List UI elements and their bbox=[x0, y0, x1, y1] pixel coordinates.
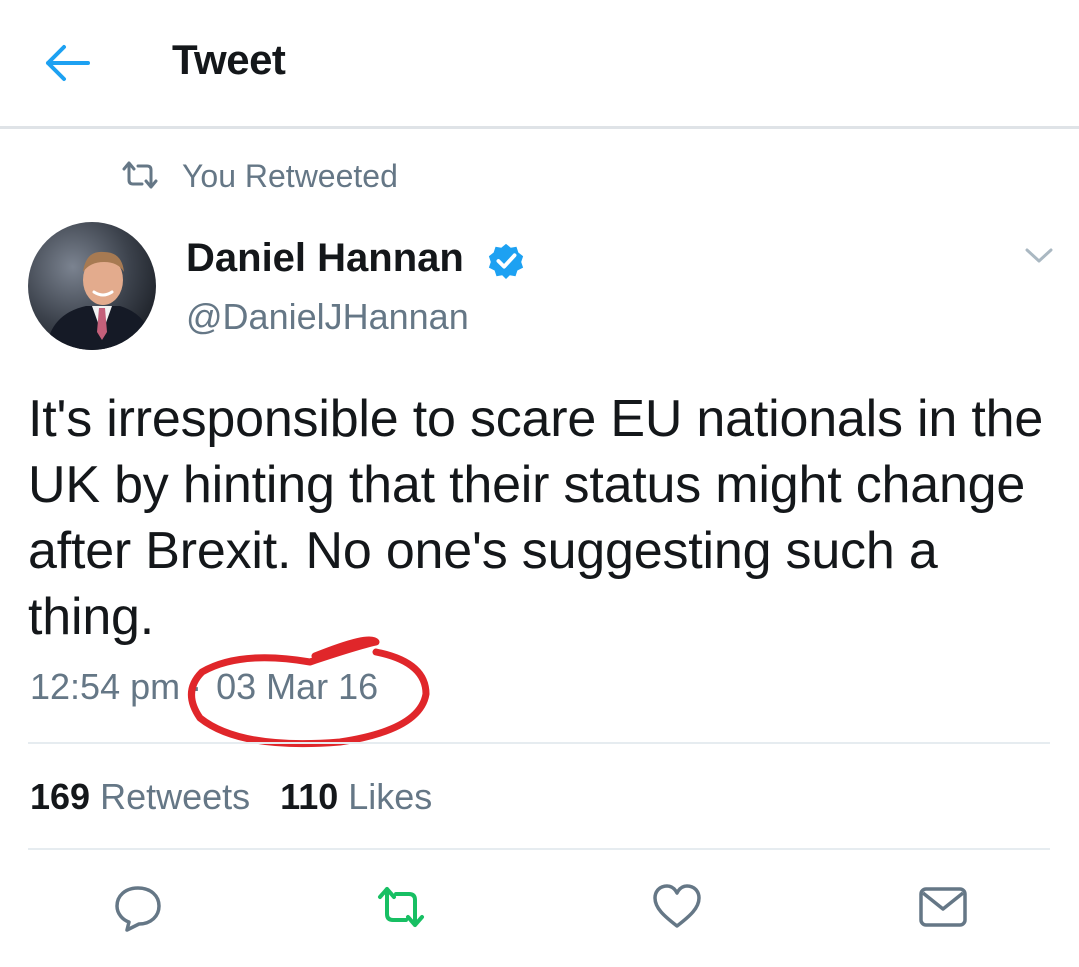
avatar[interactable] bbox=[28, 222, 156, 350]
retweets-count: 169 bbox=[30, 776, 91, 817]
tweet-text: It's irresponsible to scare EU nationals… bbox=[28, 390, 1044, 646]
top-bar: Tweet bbox=[0, 0, 1079, 126]
like-icon bbox=[653, 884, 701, 928]
reply-button[interactable] bbox=[111, 880, 165, 934]
arrow-left-icon bbox=[46, 45, 90, 81]
divider bbox=[28, 848, 1050, 850]
verified-badge-icon bbox=[488, 243, 524, 280]
likes-count: 110 bbox=[280, 776, 339, 817]
retweet-button[interactable] bbox=[374, 880, 428, 934]
likes-stat[interactable]: 110 Likes bbox=[280, 776, 432, 818]
share-icon bbox=[919, 887, 967, 927]
avatar-image bbox=[28, 222, 156, 350]
tweet-detail-page: Tweet You Retweeted Daniel Hannan @Danie… bbox=[0, 0, 1079, 967]
retweets-stat[interactable]: 169 Retweets bbox=[30, 776, 250, 818]
retweets-label: Retweets bbox=[100, 776, 251, 817]
retweet-icon bbox=[122, 161, 158, 189]
share-button[interactable] bbox=[916, 880, 970, 934]
divider bbox=[28, 742, 1050, 744]
retweet-context-label: You Retweeted bbox=[182, 158, 398, 194]
tweet-date: 03 Mar 16 bbox=[216, 666, 379, 707]
header-divider bbox=[0, 126, 1079, 129]
reply-icon bbox=[115, 886, 161, 932]
tweet-timestamp: 12:54 pm · 03 Mar 16 bbox=[30, 666, 378, 708]
like-button[interactable] bbox=[650, 880, 704, 934]
tweet-time: 12:54 pm · bbox=[30, 666, 203, 707]
chevron-down-icon[interactable] bbox=[1024, 246, 1054, 266]
retweet-icon bbox=[378, 887, 424, 927]
page-title: Tweet bbox=[172, 36, 286, 83]
tweet-stats: 169 Retweets 110 Likes bbox=[30, 776, 432, 818]
likes-label: Likes bbox=[348, 776, 433, 817]
author-handle[interactable]: @DanielJHannan bbox=[186, 296, 469, 338]
back-button[interactable] bbox=[40, 40, 92, 86]
author-name[interactable]: Daniel Hannan bbox=[186, 236, 464, 281]
